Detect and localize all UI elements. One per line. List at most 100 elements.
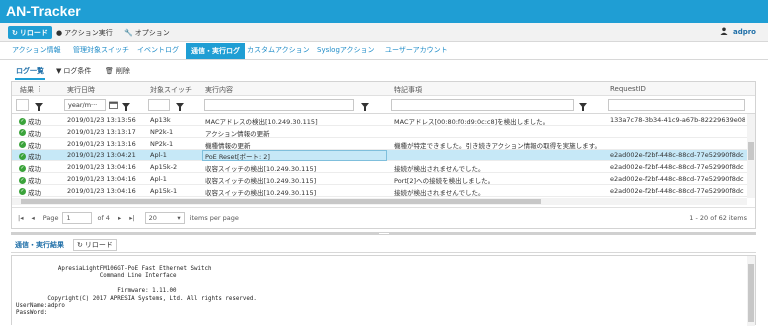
grid-horizontal-scrollbar[interactable] [12,198,747,205]
result-cell: ✓ 成功 [19,116,41,126]
check-circle-icon: ✓ [19,152,26,160]
scroll-thumb[interactable] [748,264,754,322]
page-count: of 4 [97,214,110,222]
col-result[interactable]: 結果 [20,85,34,95]
result-reload-label: リロード [84,241,113,249]
request-id-cell: e2ad002e-f2bf-448c-88cd-77e52990f8dc [610,163,744,172]
table-row[interactable]: ✓ 成功 2019/01/23 13:13:56 Ap13k MACアドレスの検出[10… [12,115,747,126]
col-request-id[interactable]: RequestID [610,85,646,93]
scroll-thumb[interactable] [21,199,541,204]
col-datetime[interactable]: 実行日時 [67,85,95,95]
user-menu[interactable]: adpro [720,27,756,37]
col-note[interactable]: 特記事項 [394,85,422,95]
page-input[interactable]: 1 [62,212,93,224]
switch-cell: Ap13k [150,116,171,124]
result-text: 成功 [28,165,41,174]
prev-page-button[interactable]: ◂ [31,214,34,222]
app-title: AN-Tracker [6,3,81,19]
per-page-label: items per page [189,214,239,222]
note-filter-button[interactable] [576,99,589,111]
result-text: 成功 [28,129,41,138]
subtab-log-list-label: ログ一覧 [16,67,44,75]
last-page-button[interactable]: ▸| [129,214,134,222]
pager: |◂ ◂ Page 1 of 4 ▸ ▸| 20 ▾ items per pag… [12,207,755,228]
date-filter-button[interactable] [119,99,132,111]
trash-icon: 🗑 [105,67,114,75]
result-cell: ✓ 成功 [19,151,41,161]
result-tab[interactable]: 通信・実行結果 [15,240,64,250]
options-button[interactable]: 🔧 オプション [120,26,174,39]
table-row[interactable]: ✓ 成功 2019/01/23 13:04:16 Ap15k-1 収容スイッチの検出[1… [12,186,747,197]
switch-cell: Apl-1 [150,151,167,160]
play-icon: ● [56,28,63,37]
switch-filter-button[interactable] [173,99,186,111]
table-row[interactable]: ✓ 成功 2019/01/23 13:13:17 NP2k-1 アクション情報の更新 [12,127,747,138]
tab-user-accounts[interactable]: ユーザーアカウント [385,45,448,55]
delete-label: 削除 [115,67,130,75]
col-switch[interactable]: 対象スイッチ [150,85,192,95]
subtab-log-filter[interactable]: ▼ ログ条件 [56,66,91,76]
switch-cell: NP2k-1 [150,127,174,136]
scroll-thumb[interactable] [748,142,754,160]
request-id-cell: 133a7c78-3b34-41c9-a67b-82229639e089 [610,116,745,124]
content-filter-input[interactable] [204,99,354,111]
reload-button[interactable]: ↻ リロード [8,26,52,39]
content-filter-button[interactable] [358,99,371,111]
datetime-cell: 2019/01/23 13:13:56 [67,116,136,124]
reload-label: リロード [19,28,48,37]
datetime-cell: 2019/01/23 13:04:16 [67,163,136,172]
filter-icon [34,102,43,111]
page-label: Page [42,214,59,222]
tab-action-info[interactable]: アクション情報 [12,45,61,55]
console-text: ApresiaLightFM106GT-PoE Fast Ethernet Sw… [16,266,257,317]
result-cell: ✓ 成功 [19,175,41,185]
check-circle-icon: ✓ [19,117,26,125]
sub-tabs: ログ一覧 ▼ ログ条件 🗑 削除 [0,64,768,78]
result-cell: ✓ 成功 [19,140,41,150]
column-menu-icon[interactable]: ⋮ [36,85,43,93]
tab-event-log[interactable]: イベントログ [137,45,179,55]
col-content[interactable]: 実行内容 [205,85,233,95]
result-filter-input[interactable] [16,99,29,111]
switch-filter-input[interactable] [148,99,170,111]
note-cell: 接続が検出されませんでした。 [394,188,485,197]
result-text: 成功 [28,141,41,150]
splitter-grip[interactable] [379,233,389,234]
per-page-select[interactable]: 20 ▾ [144,212,185,224]
result-pane-header: 通信・実行結果 ↻ リロード [11,237,756,253]
filter-row: year/m··· [12,96,755,114]
grid-vertical-scrollbar[interactable] [747,114,755,198]
table-row[interactable]: ✓ 成功 2019/01/23 13:13:16 NP2k-1 機種情報の更新 機種が特定… [12,139,747,150]
date-filter-input[interactable]: year/m··· [64,99,106,111]
request-id-filter-input[interactable] [608,99,745,111]
first-page-button[interactable]: |◂ [18,214,23,222]
result-cell: ✓ 成功 [19,187,41,197]
delete-button[interactable]: 🗑 削除 [105,66,130,76]
console-scrollbar[interactable] [747,256,755,326]
tab-custom-action[interactable]: カスタムアクション [247,45,310,55]
pane-splitter[interactable] [11,232,756,235]
run-action-button[interactable]: ● アクション実行 [52,26,117,39]
check-circle-icon: ✓ [19,129,26,137]
tab-comm-log[interactable]: 通信・実行ログ [186,43,245,59]
subtab-log-list[interactable]: ログ一覧 [16,66,44,76]
result-reload-button[interactable]: ↻ リロード [73,239,117,251]
next-page-button[interactable]: ▸ [118,214,121,222]
result-text: 成功 [28,153,41,162]
table-row[interactable]: ✓ 成功 2019/01/23 13:04:16 Apl-1 収容スイッチの検出[10.… [12,174,747,185]
table-row[interactable]: ✓ 成功 2019/01/23 13:04:21 Apl-1 PoE Reset[ポート… [12,150,747,162]
tab-managed-switches[interactable]: 管理対象スイッチ [73,45,129,55]
table-row[interactable]: ✓ 成功 2019/01/23 13:04:16 Ap15k-2 収容スイッチの検出[1… [12,162,747,174]
reload-icon: ↻ [12,28,18,37]
title-bar: AN-Tracker [0,0,768,23]
switch-cell: Ap15k-2 [150,163,178,172]
check-circle-icon: ✓ [19,176,26,184]
datetime-cell: 2019/01/23 13:04:16 [67,175,136,183]
wrench-icon: 🔧 [124,28,133,37]
result-text: 成功 [28,188,41,197]
note-filter-input[interactable] [391,99,574,111]
tab-syslog-action[interactable]: Syslogアクション [317,45,375,55]
subtab-log-filter-label: ログ条件 [63,67,92,75]
datetime-cell: 2019/01/23 13:04:16 [67,186,136,195]
result-filter-button[interactable] [32,99,45,111]
